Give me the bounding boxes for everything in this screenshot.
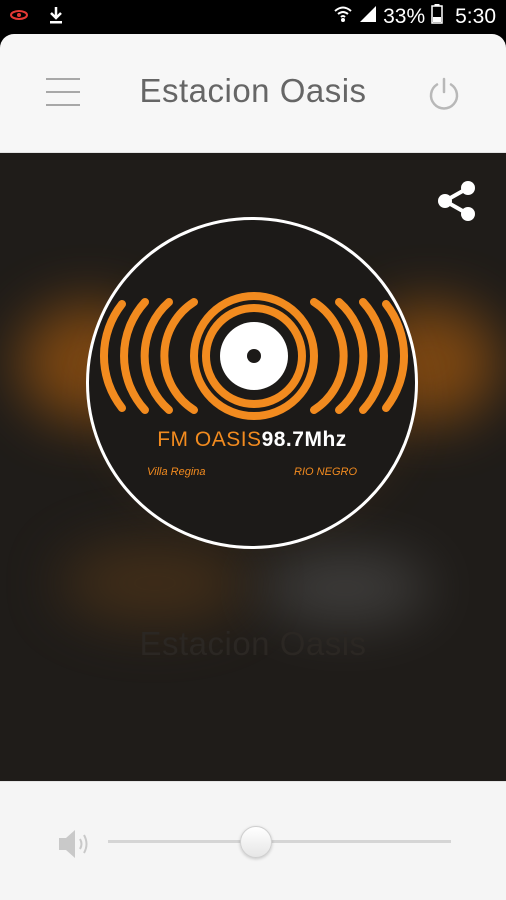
logo-region: RIO NEGRO xyxy=(294,466,357,478)
volume-bar xyxy=(0,781,506,900)
top-app-bar: Estacion Oasis xyxy=(0,34,506,153)
logo-brand-name: FM OASIS xyxy=(157,428,262,451)
download-icon xyxy=(48,6,64,29)
volume-slider-thumb[interactable] xyxy=(240,826,273,858)
notification-icon xyxy=(10,8,28,26)
battery-level: 33% xyxy=(383,5,426,28)
logo-frequency: 98.7Mhz xyxy=(261,428,347,451)
player-area: FM OASIS98.7Mhz Villa Regina RIO NEGRO E… xyxy=(0,153,506,781)
logo-brand: FM OASIS98.7Mhz xyxy=(89,428,415,452)
signal-icon xyxy=(359,5,377,29)
logo-city: Villa Regina xyxy=(147,466,206,478)
battery-icon xyxy=(431,4,443,30)
status-bar: 33% 5:30 xyxy=(0,0,506,34)
power-icon[interactable] xyxy=(426,76,462,112)
share-icon[interactable] xyxy=(432,177,480,225)
station-name: Estacion Oasis xyxy=(139,625,367,662)
volume-icon[interactable] xyxy=(56,826,94,862)
station-logo: FM OASIS98.7Mhz Villa Regina RIO NEGRO xyxy=(86,217,418,549)
radio-waves-logo-icon xyxy=(100,292,408,420)
app-window: Estacion Oasis FM OASIS98.7Mhz Villa Reg… xyxy=(0,34,506,900)
wifi-icon xyxy=(333,5,353,29)
clock: 5:30 xyxy=(455,5,496,28)
volume-slider[interactable] xyxy=(108,826,451,858)
